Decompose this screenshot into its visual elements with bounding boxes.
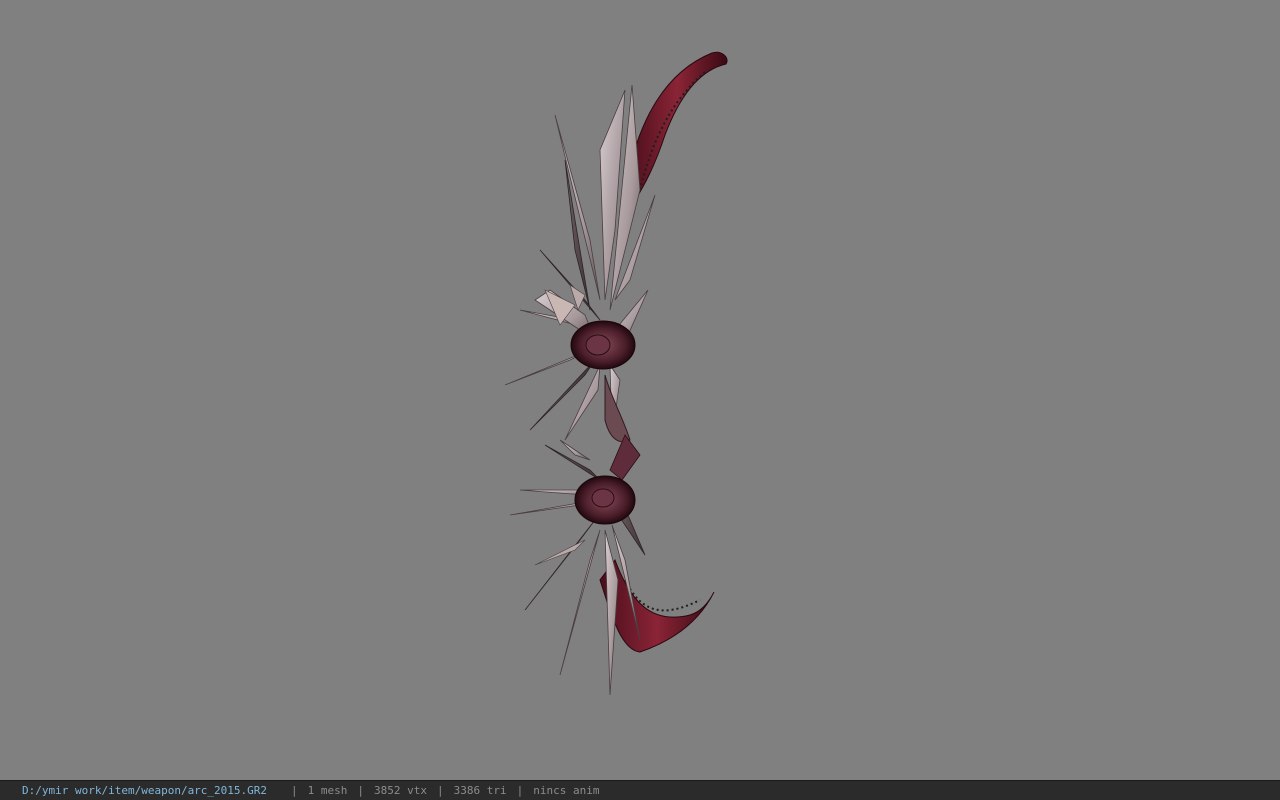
- upper-spike-cluster: [504, 84, 656, 441]
- lower-limb: [599, 558, 715, 653]
- status-bar: D:/ymir work/item/weapon/arc_2015.GR2 | …: [0, 780, 1280, 800]
- lower-spike-cluster: [509, 434, 646, 696]
- file-path: D:/ymir work/item/weapon/arc_2015.GR2: [22, 784, 268, 797]
- separator: |: [357, 784, 365, 797]
- separator: |: [291, 784, 298, 797]
- 3d-viewport[interactable]: [0, 0, 1280, 780]
- triangle-count: 3386 tri: [453, 784, 507, 797]
- separator: |: [516, 784, 524, 797]
- upper-limb: [627, 51, 728, 207]
- vertex-count: 3852 vtx: [374, 784, 428, 797]
- separator: |: [437, 784, 444, 797]
- mesh-count: 1 mesh: [307, 784, 348, 797]
- animation-status: nincs anim: [533, 784, 600, 797]
- bow-model[interactable]: [0, 0, 1280, 780]
